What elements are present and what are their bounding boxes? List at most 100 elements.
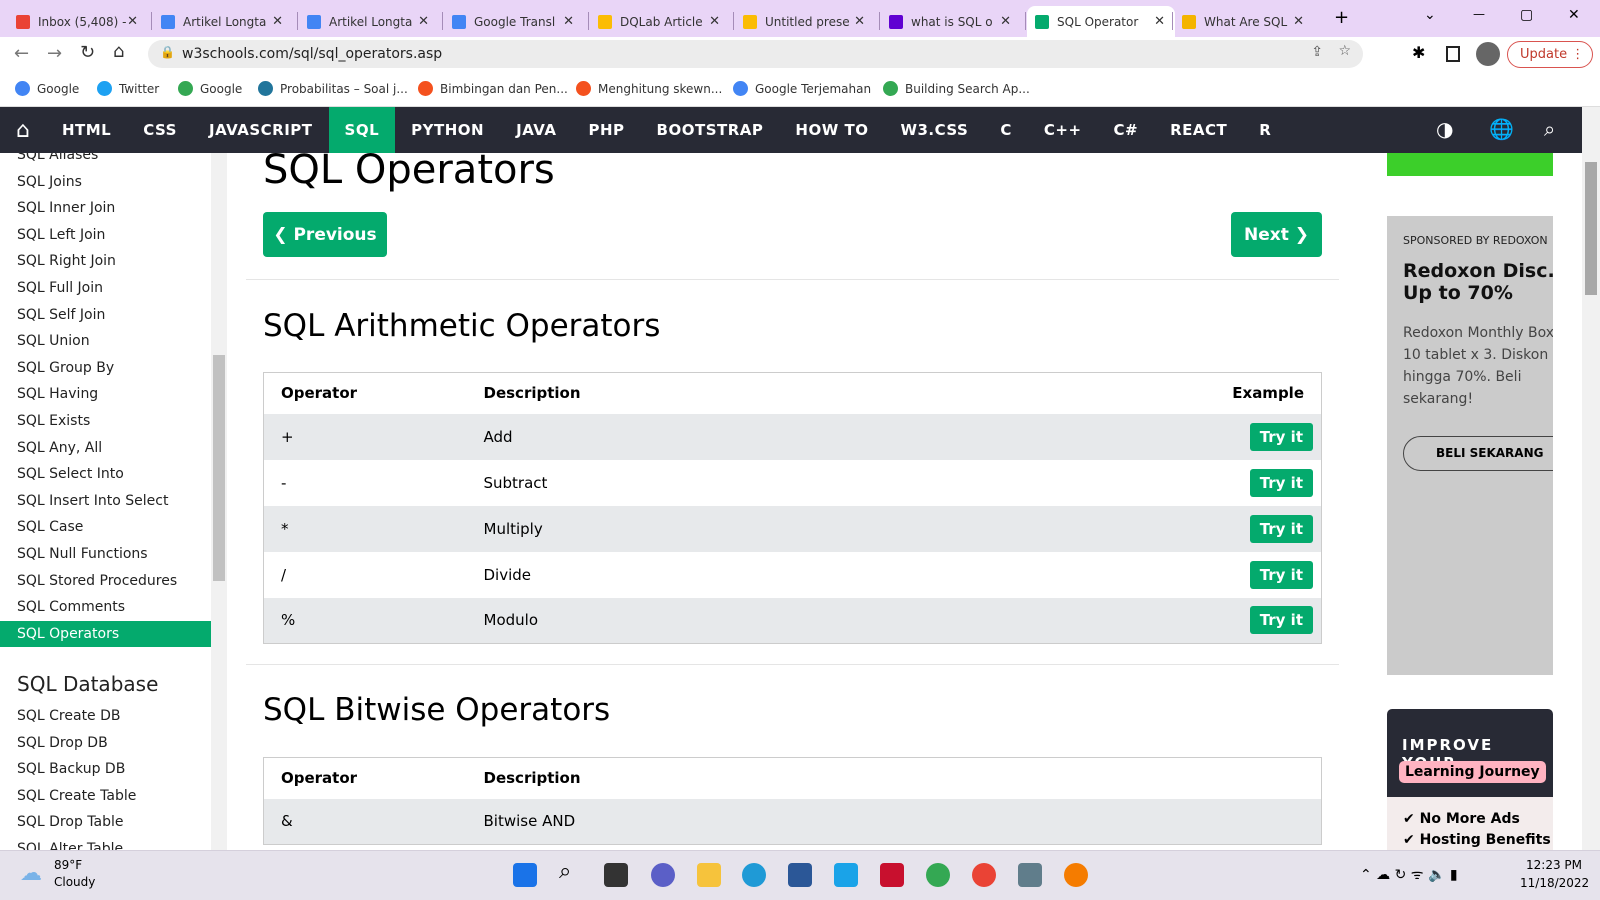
- browser-tab[interactable]: Inbox (5,408) - ✕: [8, 6, 148, 37]
- tab-search-icon[interactable]: ⌄: [1424, 7, 1436, 23]
- bookmark-item[interactable]: Probabilitas – Soal j...: [258, 81, 408, 96]
- task-view-icon[interactable]: [604, 863, 628, 887]
- try-it-button[interactable]: Try it: [1249, 514, 1313, 543]
- nav-item-css[interactable]: CSS: [127, 107, 193, 153]
- nav-item-php[interactable]: PHP: [572, 107, 640, 153]
- sidebar-item[interactable]: SQL Joins: [17, 169, 82, 195]
- close-icon[interactable]: ✕: [1154, 14, 1165, 29]
- url-bar[interactable]: 🔒 w3schools.com/sql/sql_operators.asp ⇪ ☆: [148, 40, 1363, 68]
- nav-item-c-[interactable]: C++: [1028, 107, 1098, 153]
- bookmark-item[interactable]: Google: [15, 81, 79, 96]
- sidebar-item[interactable]: SQL Comments: [17, 594, 125, 620]
- close-icon[interactable]: ✕: [418, 14, 429, 29]
- app-l-icon[interactable]: [834, 863, 858, 887]
- try-it-button[interactable]: Try it: [1249, 468, 1313, 497]
- browser-tab[interactable]: Google Transl ✕: [444, 6, 584, 37]
- sidebar-item[interactable]: SQL Full Join: [17, 275, 103, 301]
- bookmark-item[interactable]: Twitter: [97, 81, 159, 96]
- tray-icons[interactable]: ⌃ ☁ ↻ ᯤ 🔈 ▮: [1360, 865, 1458, 884]
- bookmark-item[interactable]: Building Search Ap...: [883, 81, 1030, 96]
- browser-tab[interactable]: what is SQL o ✕: [881, 6, 1021, 37]
- close-icon[interactable]: ✕: [272, 14, 283, 29]
- dark-mode-icon[interactable]: ◑: [1436, 117, 1453, 141]
- close-icon[interactable]: ✕: [1293, 14, 1304, 29]
- nav-item-c-[interactable]: C#: [1098, 107, 1155, 153]
- bookmark-item[interactable]: Bimbingan dan Pen...: [418, 81, 568, 96]
- try-it-button[interactable]: Try it: [1249, 422, 1313, 451]
- sidebar-item[interactable]: SQL Aliases: [17, 153, 98, 168]
- sidebar-item[interactable]: SQL Any, All: [17, 435, 102, 461]
- update-button[interactable]: Update ⋮: [1507, 41, 1593, 68]
- try-it-button[interactable]: Try it: [1249, 560, 1313, 589]
- nav-item-react[interactable]: REACT: [1154, 107, 1243, 153]
- back-icon[interactable]: ←: [14, 43, 29, 64]
- sidebar-item[interactable]: SQL Left Join: [17, 222, 105, 248]
- sidebar-item[interactable]: SQL Exists: [17, 408, 90, 434]
- sidebar-item[interactable]: SQL Drop Table: [17, 809, 124, 835]
- browser-tab[interactable]: SQL Operator ✕: [1027, 6, 1175, 37]
- store-icon[interactable]: [788, 863, 812, 887]
- sidebar-item[interactable]: SQL Operators: [0, 620, 211, 647]
- star-icon[interactable]: ☆: [1338, 43, 1351, 59]
- browser-tab[interactable]: DQLab Article ✕: [590, 6, 730, 37]
- chat-icon[interactable]: [651, 863, 675, 887]
- browser-tab[interactable]: Untitled prese ✕: [735, 6, 875, 37]
- sidebar-item[interactable]: SQL Alter Table: [17, 836, 123, 850]
- close-icon[interactable]: ✕: [709, 14, 720, 29]
- sidebar-item[interactable]: SQL Null Functions: [17, 541, 148, 567]
- search-icon[interactable]: ⌕: [559, 859, 583, 884]
- sidebar-item[interactable]: SQL Inner Join: [17, 195, 115, 221]
- new-tab-icon[interactable]: +: [1334, 7, 1349, 28]
- ad-cta-button[interactable]: BELI SEKARANG: [1403, 436, 1553, 471]
- sidebar-item[interactable]: SQL Union: [17, 328, 90, 354]
- window-close-icon[interactable]: ✕: [1568, 7, 1580, 23]
- sidebar-scrollbar[interactable]: [211, 153, 227, 850]
- nav-item-r[interactable]: R: [1243, 107, 1287, 153]
- close-icon[interactable]: ✕: [1000, 14, 1011, 29]
- bookmark-item[interactable]: Google Terjemahan: [733, 81, 871, 96]
- browser-tab[interactable]: What Are SQL ✕: [1174, 6, 1314, 37]
- sidebar-item[interactable]: SQL Self Join: [17, 302, 105, 328]
- previous-button[interactable]: ❮ Previous: [263, 212, 387, 257]
- close-icon[interactable]: ✕: [563, 14, 574, 29]
- sidepanel-icon[interactable]: [1446, 46, 1460, 62]
- browser-tab[interactable]: Artikel Longta ✕: [299, 6, 439, 37]
- sidebar-item[interactable]: SQL Case: [17, 514, 83, 540]
- nav-item-how-to[interactable]: HOW TO: [779, 107, 884, 153]
- browser-tab[interactable]: Artikel Longta ✕: [153, 6, 293, 37]
- share-icon[interactable]: ⇪: [1311, 44, 1323, 60]
- search-icon[interactable]: ⌕: [1544, 117, 1555, 141]
- calculator-icon[interactable]: [1018, 863, 1042, 887]
- forward-icon[interactable]: →: [47, 43, 62, 64]
- sidebar-item[interactable]: SQL Create DB: [17, 703, 121, 729]
- extensions-icon[interactable]: ✱: [1412, 43, 1425, 62]
- home-icon[interactable]: ⌂: [0, 118, 46, 143]
- next-button[interactable]: Next ❯: [1231, 212, 1322, 257]
- maximize-icon[interactable]: ▢: [1520, 7, 1533, 23]
- start-icon[interactable]: [513, 863, 537, 887]
- page-scrollbar[interactable]: [1582, 107, 1600, 850]
- chrome-icon[interactable]: [972, 863, 996, 887]
- home-icon[interactable]: ⌂: [113, 41, 124, 62]
- sidebar-item[interactable]: SQL Backup DB: [17, 756, 125, 782]
- vpn-icon[interactable]: [1064, 863, 1088, 887]
- minimize-icon[interactable]: —: [1473, 7, 1485, 21]
- reload-icon[interactable]: ↻: [80, 42, 95, 63]
- sidebar-item[interactable]: SQL Select Into: [17, 461, 124, 487]
- file-explorer-icon[interactable]: [697, 863, 721, 887]
- close-icon[interactable]: ✕: [127, 14, 138, 29]
- close-icon[interactable]: ✕: [854, 14, 865, 29]
- mcafee-icon[interactable]: [880, 863, 904, 887]
- sidebar-item[interactable]: SQL Create Table: [17, 783, 136, 809]
- sidebar-item[interactable]: SQL Drop DB: [17, 730, 108, 756]
- bookmark-item[interactable]: Google: [178, 81, 242, 96]
- sidebar-item[interactable]: SQL Having: [17, 381, 98, 407]
- nav-item-c[interactable]: C: [984, 107, 1028, 153]
- avatar[interactable]: [1476, 42, 1500, 66]
- edge-icon[interactable]: [742, 863, 766, 887]
- nav-item-w3-css[interactable]: W3.CSS: [884, 107, 984, 153]
- bookmark-item[interactable]: Menghitung skewn...: [576, 81, 722, 96]
- sidebar-item[interactable]: SQL Insert Into Select: [17, 488, 168, 514]
- chrome-icon[interactable]: [926, 863, 950, 887]
- globe-icon[interactable]: 🌐: [1489, 117, 1514, 141]
